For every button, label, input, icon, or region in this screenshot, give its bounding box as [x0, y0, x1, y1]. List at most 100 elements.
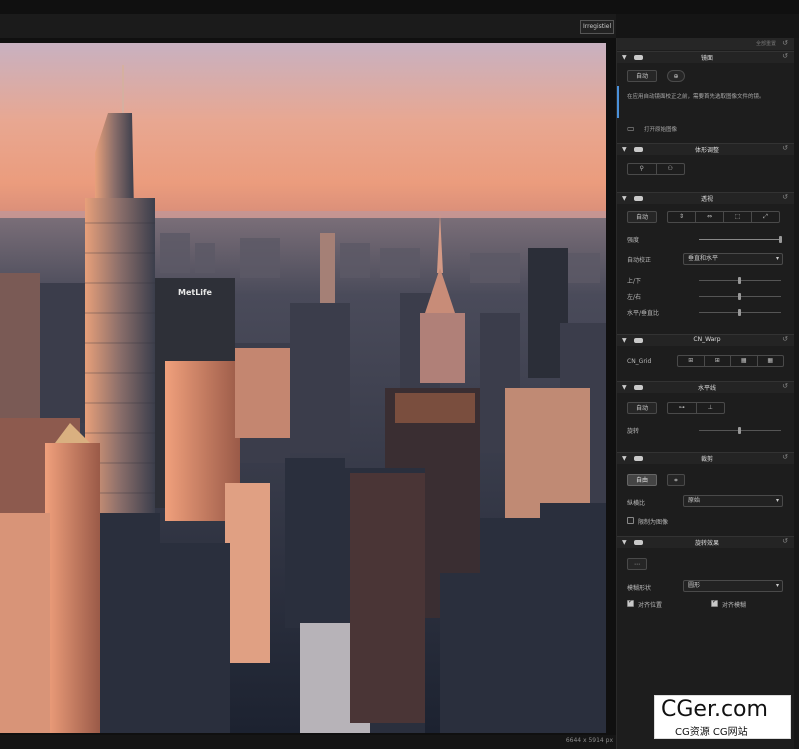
reset-icon[interactable]: ↺ [782, 453, 788, 461]
section-lens[interactable]: ▼ 镜面 ↺ [617, 51, 794, 63]
crop-free-button[interactable]: 自由 [627, 474, 657, 486]
body-pose-icon[interactable]: ⚲ [628, 164, 657, 174]
reset-icon[interactable]: ↺ [782, 193, 788, 201]
expand-icon[interactable]: ▼ [622, 195, 627, 202]
body-mode-buttons[interactable]: ⚲ ⚇ [627, 163, 685, 175]
lens-shape-value: 圆形 [688, 582, 701, 589]
horizon-line-icon[interactable]: ⊶ [668, 403, 697, 413]
toggle-icon[interactable] [634, 55, 643, 60]
strength-slider[interactable] [699, 239, 781, 240]
toggle-icon[interactable] [634, 147, 643, 152]
lens-auto-button[interactable]: 自动 [627, 70, 657, 82]
expand-icon[interactable]: ▼ [622, 54, 627, 61]
auto-correct-select[interactable]: 垂直和水平 ▾ [683, 253, 783, 265]
toggle-icon[interactable] [634, 196, 643, 201]
align-position-checkbox[interactable] [627, 598, 634, 607]
auto-correct-label: 自动校正 [627, 257, 652, 264]
reset-icon[interactable]: ↺ [782, 144, 788, 152]
section-crop[interactable]: ▼ 裁剪 ↺ [617, 452, 794, 464]
section-title: CN_Warp [693, 336, 721, 343]
section-title: 水平线 [697, 385, 716, 392]
toolbar [0, 14, 616, 39]
city-photo[interactable]: MetLife [0, 43, 606, 733]
toggle-icon[interactable] [634, 540, 643, 545]
folder-icon[interactable]: ▭ [627, 124, 641, 133]
grid-label: CN_Grid [627, 358, 652, 365]
effect-preview-icon[interactable]: ⋯ [627, 558, 647, 570]
section-title: 旋转效果 [694, 540, 719, 547]
toolbar-tag[interactable]: Irregistiel [580, 20, 615, 34]
expand-icon[interactable]: ▼ [622, 384, 627, 391]
grid-2-icon[interactable]: ⊞ [705, 356, 731, 366]
grid-3-icon[interactable]: ▦ [731, 356, 758, 366]
section-warp[interactable]: ▼ CN_Warp ↺ [617, 334, 794, 346]
section-body[interactable]: ▼ 体形调整 ↺ [617, 143, 794, 155]
section-rotation-effect[interactable]: ▼ 旋转效果 ↺ [617, 536, 794, 548]
strength-knob[interactable] [779, 236, 782, 243]
reset-icon[interactable]: ↺ [782, 335, 788, 343]
toggle-icon[interactable] [634, 385, 643, 390]
reset-icon[interactable]: ↺ [782, 39, 788, 47]
horizon-mode-buttons[interactable]: ⊶ ⊥ [667, 402, 725, 414]
rotation-knob[interactable] [738, 427, 741, 434]
toggle-icon[interactable] [634, 338, 643, 343]
reset-all-label[interactable]: 全部重置 [756, 40, 776, 47]
horizon-auto-button[interactable]: 自动 [627, 402, 657, 414]
toggle-icon[interactable] [634, 456, 643, 461]
grid-4-icon[interactable]: ▦ [758, 356, 784, 366]
title-bar [0, 0, 799, 14]
align-blur-checkbox[interactable] [711, 598, 718, 607]
section-title: 透视 [700, 196, 713, 203]
lens-settings-icon[interactable]: ⊕ [667, 70, 685, 82]
grid-1-icon[interactable]: ⊞ [678, 356, 705, 366]
constrain-label: 限制为图像 [638, 519, 669, 526]
expand-icon[interactable]: ▼ [622, 337, 627, 344]
metlife-sign: MetLife [178, 288, 213, 297]
watermark: CGer.com CG资源 CG网站 [654, 695, 791, 739]
horizontal-label: 左/右 [627, 294, 642, 301]
note-accent [617, 86, 619, 118]
constrain-checkbox[interactable] [627, 517, 634, 524]
section-title: 裁剪 [700, 456, 713, 463]
watermark-text: CGer.com [661, 697, 768, 722]
open-original-link[interactable]: 打开原始图像 [644, 125, 677, 133]
ratio-select[interactable]: 原始 ▾ [683, 495, 783, 507]
perspective-mode-buttons[interactable]: ⇕ ⇔ ⬚ ⤢ [667, 211, 780, 223]
rotation-label: 旋转 [627, 428, 640, 435]
expand-icon[interactable]: ▼ [622, 146, 627, 153]
lens-shape-select[interactable]: 圆形 ▾ [683, 580, 783, 592]
perspective-auto-button[interactable]: 自动 [627, 211, 657, 223]
aspect-knob[interactable] [738, 309, 741, 316]
full-icon[interactable]: ⬚ [724, 212, 752, 222]
horizontal-icon[interactable]: ⇔ [696, 212, 724, 222]
lens-correction-panel: 全部重置 ↺ ▼ 镜面 ↺ 自动 ⊕ 在应用自动镜面校正之前，需要首先选取图像文… [616, 38, 794, 749]
strength-label: 强度 [627, 237, 640, 244]
expand-icon[interactable]: ▼ [622, 539, 627, 546]
expand-icon[interactable]: ▼ [622, 455, 627, 462]
grid-buttons[interactable]: ⊞ ⊞ ▦ ▦ [677, 355, 784, 367]
chevron-down-icon: ▾ [775, 255, 779, 262]
align-position-label: 对齐位置 [638, 602, 663, 609]
reset-icon[interactable]: ↺ [782, 52, 788, 60]
status-bar [0, 735, 616, 749]
section-horizon[interactable]: ▼ 水平线 ↺ [617, 381, 794, 393]
lens-shape-label: 模糊形状 [627, 585, 652, 592]
crop-icon[interactable]: ⌗ [667, 474, 685, 486]
vertical-knob[interactable] [738, 277, 741, 284]
watermark-subtext: CG资源 CG网站 [675, 727, 748, 738]
expand-corners-icon[interactable]: ⤢ [752, 212, 779, 222]
horizontal-knob[interactable] [738, 293, 741, 300]
section-title: 体形调整 [694, 147, 719, 154]
horizon-vertical-icon[interactable]: ⊥ [697, 403, 725, 413]
lens-note: 在应用自动镜面校正之前，需要首先选取图像文件的镜。 [627, 94, 765, 100]
reset-icon[interactable]: ↺ [782, 382, 788, 390]
aspect-label: 水平/垂直比 [627, 310, 660, 317]
section-perspective[interactable]: ▼ 透视 ↺ [617, 192, 794, 204]
auto-correct-value: 垂直和水平 [688, 255, 719, 262]
vertical-icon[interactable]: ⇕ [668, 212, 696, 222]
ratio-label: 纵横比 [627, 500, 646, 507]
body-person-icon[interactable]: ⚇ [657, 164, 685, 174]
reset-icon[interactable]: ↺ [782, 537, 788, 545]
align-blur-label: 对齐模糊 [722, 602, 747, 609]
ratio-value: 原始 [688, 497, 701, 504]
